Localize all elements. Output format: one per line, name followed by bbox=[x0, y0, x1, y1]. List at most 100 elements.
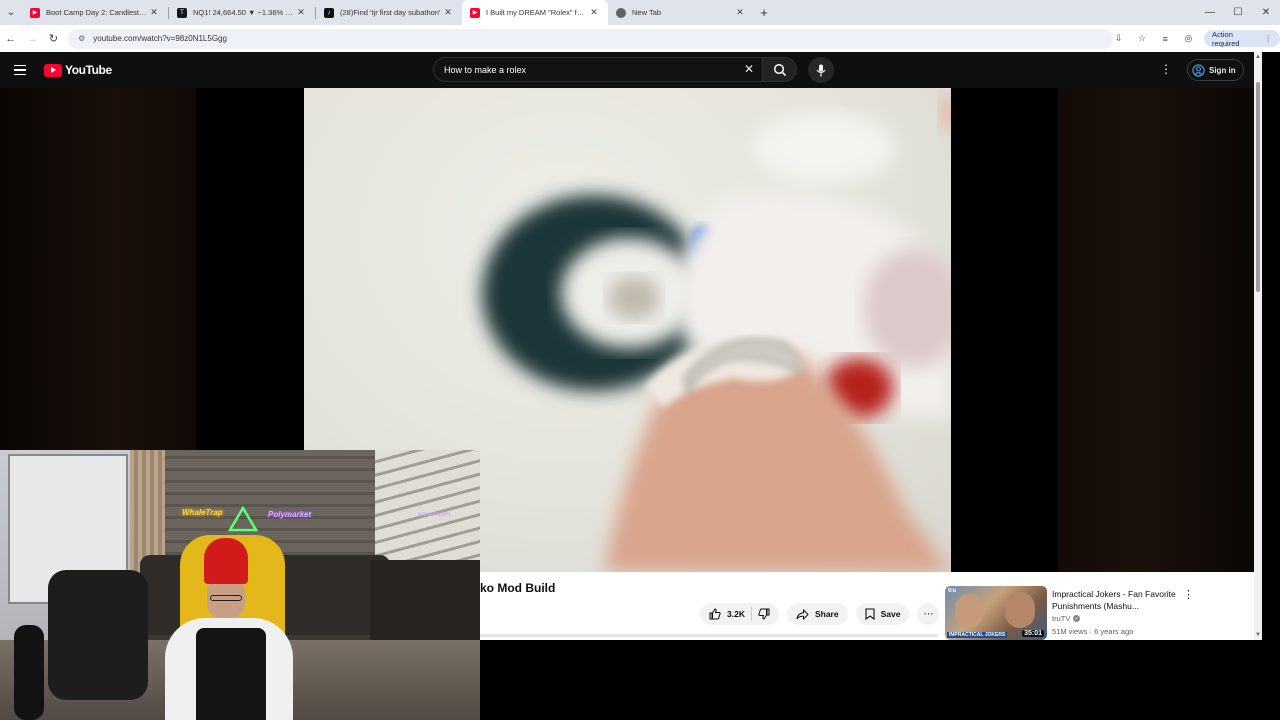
tab-tiktok[interactable]: ♪ (28)Find 'tjr first day subathon' ✕ bbox=[316, 0, 462, 25]
close-icon[interactable]: ✕ bbox=[148, 7, 160, 18]
voice-search-button[interactable] bbox=[808, 57, 834, 83]
neon-sign-whaletrap: WhaleTrap bbox=[182, 508, 223, 517]
like-dislike-group: 3.2K bbox=[700, 603, 779, 625]
tab-title: (28)Find 'tjr first day subathon' bbox=[340, 8, 441, 17]
recommended-meta: 51M views · 6 years ago bbox=[1052, 627, 1134, 636]
minimize-icon[interactable]: — bbox=[1196, 0, 1224, 25]
reload-icon[interactable]: ↻ bbox=[43, 25, 64, 52]
verified-icon: ✓ bbox=[1073, 615, 1081, 622]
close-window-icon[interactable]: ✕ bbox=[1252, 0, 1280, 25]
video-title: ko Mod Build bbox=[480, 581, 556, 595]
install-icon[interactable]: ⇩ bbox=[1107, 25, 1130, 52]
chrome-icon bbox=[616, 7, 626, 18]
video-actions: 3.2K Share Save ⋯ bbox=[700, 603, 940, 625]
address-bar: ← → ↻ ⚙ youtube.com/watch?v=98z0N1L5Ggg … bbox=[0, 25, 1280, 52]
bookmark-star-icon[interactable]: ☆ bbox=[1130, 25, 1153, 52]
search-query: How to make a rolex bbox=[444, 64, 527, 75]
youtube-icon: ▶ bbox=[30, 7, 40, 18]
toolbar-right: ⇩ ☆ ≡ ◎ Action required ⋮ bbox=[1107, 25, 1280, 52]
youtube-header: YouTube How to make a rolex ✕ ⋮ Sign in bbox=[0, 52, 1262, 88]
sign-in-button[interactable]: Sign in bbox=[1187, 59, 1244, 81]
forward-icon[interactable]: → bbox=[21, 25, 42, 52]
webcam-overlay: WhaleTrap Polymarket Polymarket bbox=[0, 450, 480, 720]
more-horizontal-icon: ⋯ bbox=[923, 608, 934, 620]
more-actions-button[interactable]: ⋯ bbox=[917, 603, 940, 625]
maximize-icon[interactable]: ☐ bbox=[1224, 0, 1252, 25]
recommended-menu-icon[interactable]: ⋮ bbox=[1183, 588, 1194, 601]
webcam-glasses bbox=[210, 595, 242, 601]
tab-nq1[interactable]: T NQ1! 24,664.50 ▼ −1.36% MAC ✕ bbox=[169, 0, 315, 25]
close-icon[interactable]: ✕ bbox=[734, 7, 746, 18]
save-label: Save bbox=[880, 609, 901, 619]
close-icon[interactable]: ✕ bbox=[295, 7, 307, 18]
url-text: youtube.com/watch?v=98z0N1L5Ggg bbox=[93, 34, 227, 43]
tab-search-icon[interactable]: ⌄ bbox=[0, 0, 22, 25]
like-divider bbox=[750, 607, 752, 621]
recommended-title[interactable]: Impractical Jokers - Fan Favorite Punish… bbox=[1052, 588, 1177, 612]
menu-dots-icon: ⋮ bbox=[1264, 34, 1273, 43]
recommended-video[interactable]: tru IMPRACTICAL JOKERS 35:01 Impractical… bbox=[945, 586, 1250, 640]
search-input[interactable]: How to make a rolex ✕ bbox=[433, 57, 763, 82]
close-icon[interactable]: ✕ bbox=[588, 7, 600, 18]
recommended-channel-row: truTV ✓ bbox=[1052, 614, 1081, 623]
clear-search-icon[interactable]: ✕ bbox=[744, 62, 754, 76]
tab-title: NQ1! 24,664.50 ▼ −1.36% MAC bbox=[193, 8, 295, 17]
close-icon[interactable]: ✕ bbox=[442, 7, 454, 18]
video-duration: 35:01 bbox=[1022, 630, 1044, 637]
ambient-glow-right bbox=[1058, 88, 1254, 572]
sign-in-label: Sign in bbox=[1209, 65, 1236, 75]
webcam-microphone bbox=[14, 625, 44, 720]
youtube-icon: ▶ bbox=[470, 7, 480, 18]
account-icon bbox=[1192, 63, 1205, 77]
menu-icon[interactable] bbox=[14, 64, 34, 76]
thumbnail-brand: tru bbox=[948, 588, 956, 594]
browser-tabstrip: ⌄ ▶ Boot Camp Day 2: Candlesticks ✕ T NQ… bbox=[0, 0, 1280, 25]
scroll-up-icon[interactable]: ▲ bbox=[1254, 54, 1262, 60]
webcam-chef-hat bbox=[204, 538, 248, 584]
scroll-down-icon[interactable]: ▼ bbox=[1254, 632, 1262, 638]
recommended-thumbnail[interactable]: tru IMPRACTICAL JOKERS 35:01 bbox=[945, 586, 1047, 640]
webcam-apron bbox=[196, 628, 266, 720]
scrollbar-thumb[interactable] bbox=[1256, 82, 1260, 292]
webcam-sofa-right bbox=[370, 560, 480, 640]
neon-sign-polymarket-mirror: Polymarket bbox=[418, 512, 451, 518]
new-tab-button[interactable]: + bbox=[754, 5, 774, 20]
action-required-button[interactable]: Action required ⋮ bbox=[1204, 29, 1280, 48]
video-details: ko Mod Build 3.2K Share Save ⋯ tru IMPRA… bbox=[480, 572, 1254, 640]
action-required-label: Action required bbox=[1212, 29, 1240, 48]
thumbnail-person-left bbox=[955, 594, 983, 628]
share-icon bbox=[796, 608, 809, 620]
thumbnail-person-right bbox=[1005, 592, 1035, 628]
neon-triangle-icon bbox=[228, 506, 258, 532]
tab-rolex-active[interactable]: ▶ I Built my DREAM "Rolex" for $ ✕ bbox=[462, 0, 608, 25]
tab-title: New Tab bbox=[632, 8, 662, 17]
description-box-edge bbox=[480, 634, 938, 637]
site-info-icon[interactable]: ⚙ bbox=[78, 34, 85, 43]
recommended-channel[interactable]: truTV bbox=[1052, 614, 1070, 623]
tab-title: I Built my DREAM "Rolex" for $ bbox=[486, 8, 588, 17]
url-field[interactable]: ⚙ youtube.com/watch?v=98z0N1L5Ggg bbox=[68, 28, 1114, 49]
profile-icon[interactable]: ◎ bbox=[1177, 25, 1200, 52]
media-control-icon[interactable]: ≡ bbox=[1154, 25, 1177, 52]
youtube-play-icon bbox=[44, 63, 62, 77]
share-button[interactable]: Share bbox=[786, 603, 848, 625]
tab-title: Boot Camp Day 2: Candlesticks bbox=[46, 8, 148, 17]
thumbs-down-icon[interactable] bbox=[758, 608, 770, 620]
screen: ⌄ ▶ Boot Camp Day 2: Candlesticks ✕ T NQ… bbox=[0, 0, 1280, 720]
tab-boot-camp[interactable]: ▶ Boot Camp Day 2: Candlesticks ✕ bbox=[22, 0, 168, 25]
tradingview-icon: T bbox=[177, 7, 187, 18]
page-scrollbar[interactable]: ▲ ▼ bbox=[1254, 52, 1262, 640]
window-controls: — ☐ ✕ bbox=[1196, 0, 1280, 25]
save-button[interactable]: Save bbox=[855, 603, 910, 625]
thumbs-up-icon[interactable] bbox=[709, 608, 721, 620]
search-button[interactable] bbox=[763, 57, 797, 82]
tab-new-tab[interactable]: New Tab ✕ bbox=[608, 0, 754, 25]
settings-menu-icon[interactable]: ⋮ bbox=[1160, 62, 1172, 76]
microphone-icon bbox=[816, 64, 826, 76]
like-count[interactable]: 3.2K bbox=[727, 609, 745, 619]
search-icon bbox=[773, 63, 786, 76]
youtube-logo[interactable]: YouTube bbox=[44, 63, 112, 77]
thumbnail-show-name: IMPRACTICAL JOKERS bbox=[947, 632, 1008, 638]
youtube-wordmark: YouTube bbox=[65, 63, 112, 77]
back-icon[interactable]: ← bbox=[0, 25, 21, 52]
